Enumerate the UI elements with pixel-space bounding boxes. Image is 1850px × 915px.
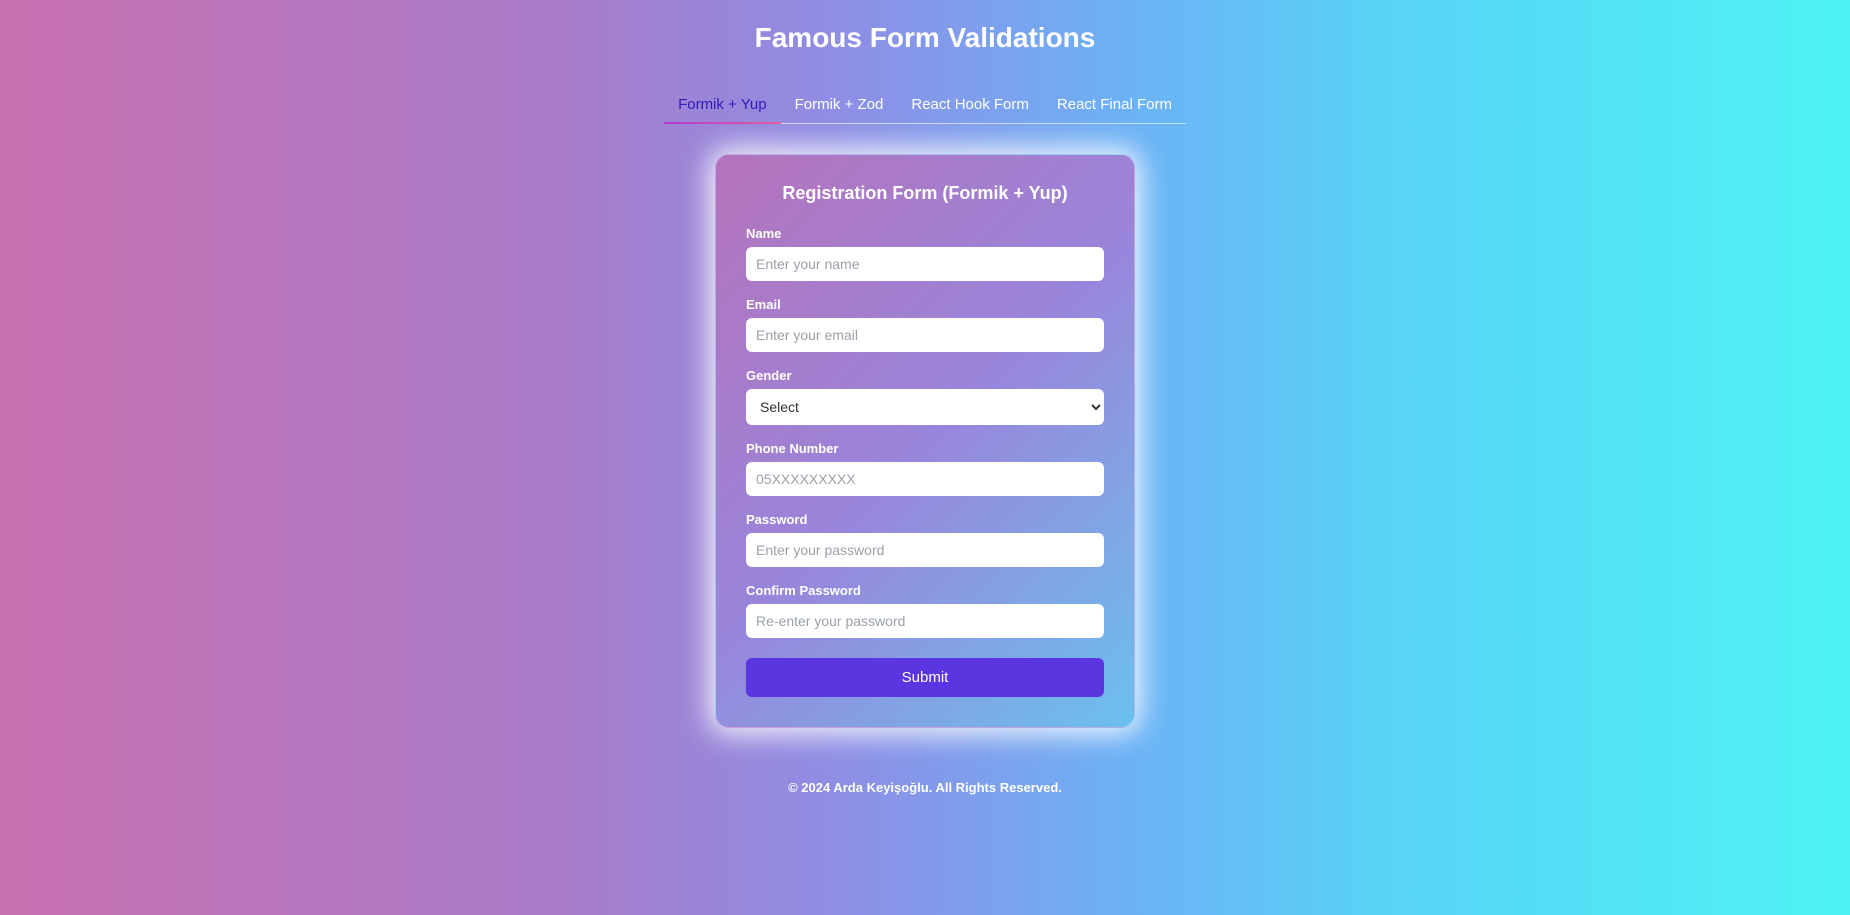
confirm-password-input[interactable]: [746, 604, 1104, 638]
email-label: Email: [746, 297, 1104, 312]
page-title: Famous Form Validations: [755, 22, 1096, 54]
tab-formik-yup[interactable]: Formik + Yup: [664, 96, 781, 123]
password-label: Password: [746, 512, 1104, 527]
footer-copyright: © 2024 Arda Keyişoğlu. All Rights Reserv…: [788, 780, 1062, 795]
tab-react-final-form[interactable]: React Final Form: [1043, 96, 1186, 123]
submit-button[interactable]: Submit: [746, 658, 1104, 697]
email-input[interactable]: [746, 318, 1104, 352]
tab-bar: Formik + Yup Formik + Zod React Hook For…: [664, 96, 1186, 124]
phone-input[interactable]: [746, 462, 1104, 496]
tab-formik-zod[interactable]: Formik + Zod: [781, 96, 898, 123]
phone-label: Phone Number: [746, 441, 1104, 456]
tab-react-hook-form[interactable]: React Hook Form: [897, 96, 1043, 123]
password-input[interactable]: [746, 533, 1104, 567]
name-label: Name: [746, 226, 1104, 241]
gender-select[interactable]: Select: [746, 389, 1104, 425]
confirm-password-label: Confirm Password: [746, 583, 1104, 598]
form-title: Registration Form (Formik + Yup): [746, 183, 1104, 204]
gender-label: Gender: [746, 368, 1104, 383]
registration-form-card: Registration Form (Formik + Yup) Name Em…: [715, 154, 1135, 728]
name-input[interactable]: [746, 247, 1104, 281]
